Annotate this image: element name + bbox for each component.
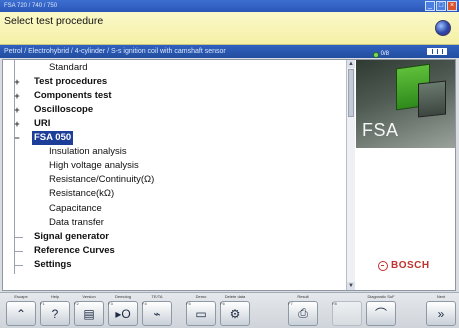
tree-item[interactable]: + Components test bbox=[14, 89, 114, 103]
double-chevron-up-icon: ⌃ bbox=[6, 301, 36, 326]
tree-item[interactable]: + Test procedures bbox=[14, 75, 109, 89]
function-button-label: Version bbox=[82, 294, 96, 299]
window-controls: _ □ × bbox=[425, 1, 457, 11]
double-chevron-right-icon: » bbox=[426, 301, 456, 326]
header-bar: Select test procedure bbox=[0, 12, 459, 45]
function-key-bar: Escape ⌃ Help? F1 Version ▤ F2 Demolog ▸O F3 TE/TA… bbox=[0, 292, 459, 328]
fsa-product-image: FSA bbox=[356, 60, 455, 148]
tree-item-label: URI bbox=[34, 117, 51, 129]
function-button[interactable]: F8 bbox=[330, 294, 364, 328]
function-button[interactable]: Result ⎙ F7 bbox=[286, 294, 320, 328]
globe-icon[interactable] bbox=[435, 20, 451, 36]
tree-item[interactable]: Resistance(kΩ) bbox=[47, 187, 116, 201]
tree-item[interactable]: − FSA 050 bbox=[14, 131, 74, 145]
tree-item[interactable]: + Oscilloscope bbox=[14, 103, 95, 117]
tree-item-label: Standard bbox=[49, 61, 88, 73]
tree-item[interactable]: Resistance/Continuity(Ω) bbox=[47, 173, 156, 187]
function-button-label: Next bbox=[436, 294, 446, 299]
bosch-armature-icon bbox=[378, 260, 388, 271]
page-title: Select test procedure bbox=[4, 15, 104, 27]
tree-item-label: Data transfer bbox=[49, 216, 104, 228]
scroll-down-icon[interactable]: ▼ bbox=[347, 282, 355, 290]
company-name: BOSCH bbox=[391, 260, 430, 271]
tree-item-label: High voltage analysis bbox=[49, 160, 139, 172]
function-button[interactable]: Demo ▭ F5 bbox=[184, 294, 218, 328]
scroll-up-icon[interactable]: ▲ bbox=[347, 60, 355, 68]
tree-connector bbox=[15, 264, 23, 266]
function-button-label: Result bbox=[297, 294, 309, 299]
function-button[interactable]: Demolog ▸O F3 bbox=[106, 294, 140, 328]
tree-item-label: Resistance/Continuity(Ω) bbox=[49, 174, 155, 186]
function-key-label: F4 bbox=[142, 301, 147, 306]
product-name: FSA bbox=[362, 120, 399, 140]
function-button[interactable]: Delete data ⚙ F6 bbox=[218, 294, 252, 328]
tree-item[interactable]: Reference Curves bbox=[15, 244, 117, 258]
collapse-icon[interactable]: − bbox=[12, 131, 22, 145]
expand-icon[interactable]: + bbox=[12, 103, 22, 117]
tree-connector bbox=[15, 236, 23, 238]
function-key-label: F2 bbox=[74, 301, 79, 306]
function-button[interactable]: Escape ⌃ bbox=[4, 294, 38, 328]
tree-item-label: Test procedures bbox=[34, 75, 108, 87]
tree-item-label: Signal generator bbox=[34, 230, 109, 242]
vertical-scrollbar[interactable]: ▲ ▼ bbox=[346, 60, 355, 290]
tree-item-label: Capacitance bbox=[49, 202, 102, 214]
function-button-label: Demolog bbox=[114, 294, 131, 299]
diagnostic-icon: ⌒ bbox=[366, 301, 396, 326]
tree-item-label: Resistance(kΩ) bbox=[49, 188, 115, 200]
tree-item[interactable]: High voltage analysis bbox=[47, 159, 141, 173]
expand-icon[interactable]: + bbox=[12, 117, 22, 131]
brand-panel: FSA BOSCH bbox=[356, 60, 455, 290]
function-button-label: Delete data bbox=[224, 294, 246, 299]
function-button[interactable]: Diagnostic SoF ⌒ bbox=[364, 294, 398, 328]
tree-item-label: FSA 050 bbox=[32, 131, 74, 145]
tree-item-label: Insulation analysis bbox=[49, 146, 127, 158]
main-content: Standard + Test procedures + Components test… bbox=[2, 59, 456, 291]
tree-item-label: Reference Curves bbox=[34, 244, 115, 256]
tester-case-graphic bbox=[418, 80, 446, 118]
function-key-label: F7 bbox=[288, 301, 293, 306]
expand-icon[interactable]: + bbox=[12, 75, 22, 89]
vehicle-path-bar: Petrol / Electrohybrid / 4-cylinder / S-… bbox=[0, 45, 459, 58]
test-procedure-tree: Standard + Test procedures + Components test… bbox=[3, 60, 346, 290]
function-key-label: F8 bbox=[332, 301, 337, 306]
vehicle-path: Petrol / Electrohybrid / 4-cylinder / S-… bbox=[4, 48, 226, 55]
function-button-label: Demo bbox=[195, 294, 207, 299]
function-button-label: Diagnostic SoF bbox=[367, 294, 395, 299]
window-titlebar: FSA 720 / 740 / 750 _ □ × bbox=[0, 0, 459, 12]
tree-item-label: Settings bbox=[34, 258, 72, 270]
function-button-label: Escape bbox=[14, 294, 28, 299]
tree-item[interactable]: + URI bbox=[14, 117, 52, 131]
function-key-label: F3 bbox=[108, 301, 113, 306]
function-button-label: TE/TA bbox=[151, 294, 163, 299]
function-key-label: F1 bbox=[40, 301, 45, 306]
tree-item-label: Oscilloscope bbox=[34, 103, 94, 115]
minimize-button[interactable]: _ bbox=[425, 1, 435, 11]
tree-item[interactable]: Capacitance bbox=[47, 202, 104, 216]
window-title: FSA 720 / 740 / 750 bbox=[4, 3, 58, 9]
function-button[interactable]: Next » bbox=[424, 294, 458, 328]
function-button-label: Help bbox=[50, 294, 60, 299]
status-led-icon bbox=[372, 51, 379, 58]
tree-item[interactable]: Signal generator bbox=[15, 230, 111, 244]
tree-item-label: Components test bbox=[34, 89, 112, 101]
scroll-thumb[interactable] bbox=[348, 69, 354, 117]
function-key-label: F5 bbox=[186, 301, 191, 306]
tree-connector bbox=[15, 250, 23, 252]
function-button[interactable]: Help? F1 bbox=[38, 294, 72, 328]
battery-icon bbox=[427, 48, 447, 55]
tree-item[interactable]: Insulation analysis bbox=[47, 145, 129, 159]
expand-icon[interactable]: + bbox=[12, 89, 22, 103]
tree-item[interactable]: Settings bbox=[15, 258, 73, 272]
bosch-logo: BOSCH bbox=[378, 260, 430, 271]
function-button[interactable]: TE/TA ⌁ F4 bbox=[140, 294, 174, 328]
function-key-label: F6 bbox=[220, 301, 225, 306]
function-button[interactable]: Version ▤ F2 bbox=[72, 294, 106, 328]
maximize-button[interactable]: □ bbox=[436, 1, 446, 11]
tree-item[interactable]: Data transfer bbox=[47, 216, 106, 230]
close-button[interactable]: × bbox=[447, 1, 457, 11]
tree-item[interactable]: Standard bbox=[47, 61, 90, 75]
